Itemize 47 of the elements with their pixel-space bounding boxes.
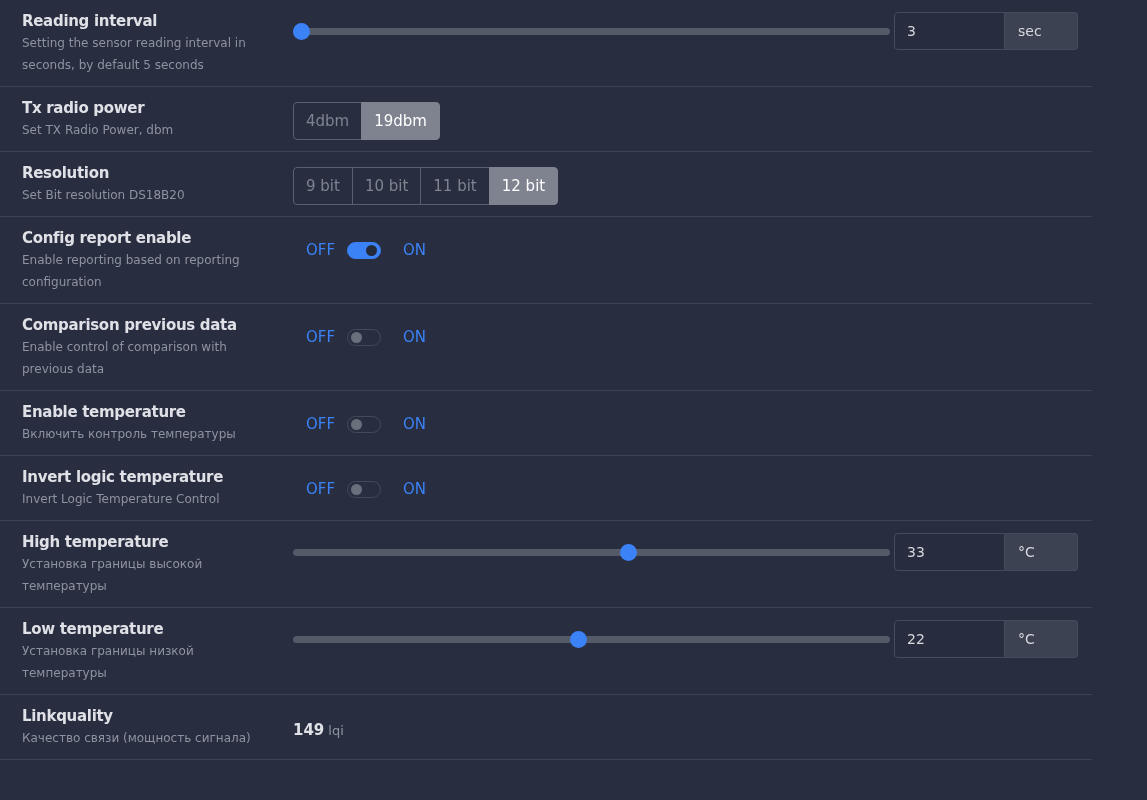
setting-title: Config report enable — [22, 228, 193, 249]
setting-description: Установка границы высокой температуры — [22, 556, 204, 595]
unit-label: °C — [1005, 533, 1078, 571]
off-label: OFF — [306, 414, 336, 435]
setting-title: Resolution — [22, 163, 111, 184]
option-button[interactable]: 9 bit — [293, 167, 353, 205]
option-button[interactable]: 12 bit — [488, 167, 559, 205]
toggle-switch[interactable] — [347, 241, 382, 259]
off-label: OFF — [306, 479, 336, 500]
setting-description: Setting the sensor reading interval in seconds, by default 5 seconds — [22, 35, 247, 74]
on-label: ON — [403, 327, 427, 348]
setting-title: Low temperature — [22, 619, 165, 640]
slider-thumb[interactable] — [293, 22, 310, 40]
setting-description: Качество связи (мощность сигнала) — [22, 730, 252, 747]
number-input[interactable]: 3 — [894, 12, 1005, 50]
option-button[interactable]: 10 bit — [351, 167, 422, 205]
setting-title: Reading interval — [22, 11, 159, 32]
setting-title: Invert logic temperature — [22, 467, 225, 488]
slider-thumb[interactable] — [619, 543, 637, 561]
number-input[interactable]: 33 — [894, 533, 1005, 571]
unit-label: lqi — [328, 721, 344, 740]
setting-description: Set TX Radio Power, dbm — [22, 122, 175, 139]
setting-title: High temperature — [22, 532, 170, 553]
setting-description: Invert Logic Temperature Control — [22, 491, 221, 508]
slider[interactable] — [293, 22, 890, 40]
on-label: ON — [403, 240, 427, 261]
setting-description: Включить контроль температуры — [22, 426, 237, 443]
slider-thumb[interactable] — [569, 630, 587, 648]
setting-title: Tx radio power — [22, 98, 146, 119]
setting-title: Linkquality — [22, 706, 114, 727]
unit-label: °C — [1005, 620, 1078, 658]
value-text: 149 — [293, 720, 325, 741]
option-button[interactable]: 19dbm — [361, 102, 440, 140]
setting-title: Comparison previous data — [22, 315, 238, 336]
setting-description: Enable control of comparison with previous data — [22, 339, 228, 378]
slider[interactable] — [293, 630, 890, 648]
setting-title: Enable temperature — [22, 402, 187, 423]
off-label: OFF — [306, 240, 336, 261]
slider[interactable] — [293, 543, 890, 561]
setting-description: Enable reporting based on reporting configuration — [22, 252, 241, 291]
setting-description: Set Bit resolution DS18B20 — [22, 187, 186, 204]
on-label: ON — [403, 479, 427, 500]
off-label: OFF — [306, 327, 336, 348]
number-input[interactable]: 22 — [894, 620, 1005, 658]
setting-description: Установка границы низкой температуры — [22, 643, 195, 682]
unit-label: sec — [1005, 12, 1078, 50]
on-label: ON — [403, 414, 427, 435]
